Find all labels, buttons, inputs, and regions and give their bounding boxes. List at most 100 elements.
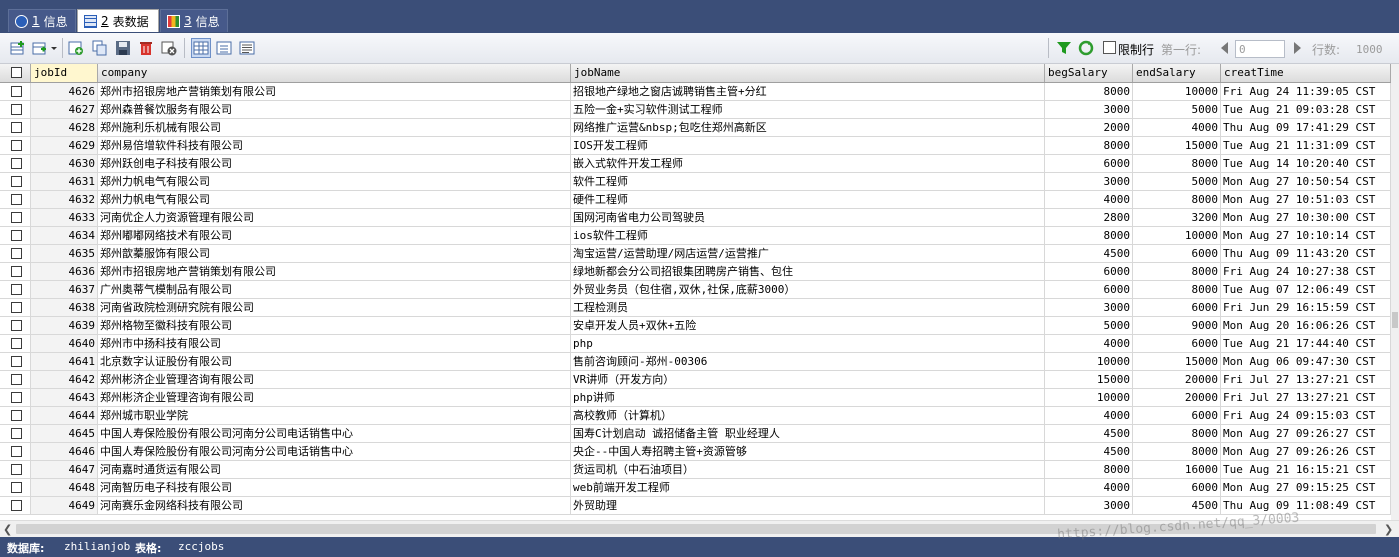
cell-begsalary[interactable]: 4000 (1045, 407, 1133, 424)
row-select-cell[interactable] (0, 119, 31, 136)
cell-endsalary[interactable]: 8000 (1133, 281, 1221, 298)
cell-jobname[interactable]: php讲师 (571, 389, 1045, 406)
table-row[interactable]: 4636 郑州市招银房地产营销策划有限公司 绿地新都会分公司招银集团聘房产销售、包住… (0, 263, 1391, 281)
cell-begsalary[interactable]: 2800 (1045, 209, 1133, 226)
cell-endsalary[interactable]: 8000 (1133, 263, 1221, 280)
cell-creattime[interactable]: Fri Aug 24 11:39:05 CST (1221, 83, 1391, 100)
cell-endsalary[interactable]: 8000 (1133, 155, 1221, 172)
row-select-cell[interactable] (0, 137, 31, 154)
row-checkbox[interactable] (11, 338, 22, 349)
cell-jobid[interactable]: 4649 (31, 497, 98, 514)
cell-jobname[interactable]: 央企--中国人寿招聘主管+资源管够 (571, 443, 1045, 460)
cell-company[interactable]: 中国人寿保险股份有限公司河南分公司电话销售中心 (98, 425, 571, 442)
table-row[interactable]: 4639 郑州格物至徽科技有限公司 安卓开发人员+双休+五险 5000 9000 Mon … (0, 317, 1391, 335)
cell-company[interactable]: 河南赛乐金网络科技有限公司 (98, 497, 571, 514)
row-select-cell[interactable] (0, 101, 31, 118)
tab-info-1[interactable]: 1 信息 (8, 9, 76, 32)
cell-jobname[interactable]: IOS开发工程师 (571, 137, 1045, 154)
table-row[interactable]: 4637 广州奥蒂气模制品有限公司 外贸业务员（包住宿,双休,社保,底薪3000） 6… (0, 281, 1391, 299)
row-checkbox[interactable] (11, 284, 22, 295)
cell-company[interactable]: 河南嘉时通货运有限公司 (98, 461, 571, 478)
table-row[interactable]: 4646 中国人寿保险股份有限公司河南分公司电话销售中心 央企--中国人寿招聘主管+… (0, 443, 1391, 461)
cell-begsalary[interactable]: 5000 (1045, 317, 1133, 334)
cell-company[interactable]: 郑州森普餐饮服务有限公司 (98, 101, 571, 118)
table-row[interactable]: 4628 郑州施利乐机械有限公司 网络推广运营&nbsp;包吃住郑州高新区 2000 4… (0, 119, 1391, 137)
cell-endsalary[interactable]: 6000 (1133, 479, 1221, 496)
cell-endsalary[interactable]: 9000 (1133, 317, 1221, 334)
cell-creattime[interactable]: Tue Aug 21 16:15:21 CST (1221, 461, 1391, 478)
column-header-company[interactable]: company (98, 64, 571, 82)
row-checkbox[interactable] (11, 410, 22, 421)
cell-company[interactable]: 郑州城市职业学院 (98, 407, 571, 424)
cell-jobname[interactable]: VR讲师（开发方向） (571, 371, 1045, 388)
cell-begsalary[interactable]: 6000 (1045, 281, 1133, 298)
row-select-cell[interactable] (0, 281, 31, 298)
cell-creattime[interactable]: Fri Jul 27 13:27:21 CST (1221, 371, 1391, 388)
cell-endsalary[interactable]: 8000 (1133, 191, 1221, 208)
row-select-cell[interactable] (0, 479, 31, 496)
row-select-cell[interactable] (0, 263, 31, 280)
previous-page-icon[interactable] (1217, 42, 1233, 58)
cell-jobid[interactable]: 4648 (31, 479, 98, 496)
cell-creattime[interactable]: Thu Aug 09 17:41:29 CST (1221, 119, 1391, 136)
cell-company[interactable]: 郑州跃创电子科技有限公司 (98, 155, 571, 172)
row-select-cell[interactable] (0, 209, 31, 226)
cell-company[interactable]: 中国人寿保险股份有限公司河南分公司电话销售中心 (98, 443, 571, 460)
vertical-scrollbar[interactable] (1391, 64, 1399, 520)
cell-endsalary[interactable]: 10000 (1133, 227, 1221, 244)
insert-row-icon[interactable] (10, 40, 26, 56)
first-row-input[interactable] (1235, 40, 1285, 58)
cell-begsalary[interactable]: 8000 (1045, 83, 1133, 100)
cell-company[interactable]: 广州奥蒂气模制品有限公司 (98, 281, 571, 298)
table-row[interactable]: 4645 中国人寿保险股份有限公司河南分公司电话销售中心 国寿C计划启动 诚招储备主… (0, 425, 1391, 443)
cell-jobid[interactable]: 4644 (31, 407, 98, 424)
row-checkbox[interactable] (11, 230, 22, 241)
cell-endsalary[interactable]: 5000 (1133, 101, 1221, 118)
row-checkbox[interactable] (11, 320, 22, 331)
table-row[interactable]: 4630 郑州跃创电子科技有限公司 嵌入式软件开发工程师 6000 8000 Tue Au… (0, 155, 1391, 173)
cell-begsalary[interactable]: 4000 (1045, 191, 1133, 208)
row-checkbox[interactable] (11, 500, 22, 511)
column-header-creattime[interactable]: creatTime (1221, 64, 1391, 82)
table-row[interactable]: 4642 郑州彬济企业管理咨询有限公司 VR讲师（开发方向） 15000 20000 Fr… (0, 371, 1391, 389)
cell-begsalary[interactable]: 4500 (1045, 443, 1133, 460)
table-row[interactable]: 4635 郑州歆蓁服饰有限公司 淘宝运营/运营助理/网店运营/运营推广 4500 600… (0, 245, 1391, 263)
cell-jobname[interactable]: 售前咨询顾问-郑州-00306 (571, 353, 1045, 370)
table-row[interactable]: 4647 河南嘉时通货运有限公司 货运司机（中石油项目） 8000 16000 Tue A… (0, 461, 1391, 479)
row-select-cell[interactable] (0, 389, 31, 406)
cell-company[interactable]: 郑州市招银房地产营销策划有限公司 (98, 83, 571, 100)
table-row[interactable]: 4641 北京数字认证股份有限公司 售前咨询顾问-郑州-00306 10000 1500… (0, 353, 1391, 371)
row-select-cell[interactable] (0, 461, 31, 478)
cell-creattime[interactable]: Tue Aug 07 12:06:49 CST (1221, 281, 1391, 298)
cell-jobid[interactable]: 4629 (31, 137, 98, 154)
cell-jobname[interactable]: web前端开发工程师 (571, 479, 1045, 496)
cell-begsalary[interactable]: 10000 (1045, 353, 1133, 370)
column-header-endsalary[interactable]: endSalary (1133, 64, 1221, 82)
cell-company[interactable]: 河南省政院检测研究院有限公司 (98, 299, 571, 316)
cell-jobid[interactable]: 4645 (31, 425, 98, 442)
cell-jobid[interactable]: 4639 (31, 317, 98, 334)
row-select-cell[interactable] (0, 425, 31, 442)
cell-endsalary[interactable]: 4500 (1133, 497, 1221, 514)
tab-table-data[interactable]: 2 表数据 (77, 9, 159, 32)
table-row[interactable]: 4638 河南省政院检测研究院有限公司 工程检测员 3000 6000 Fri Jun 2… (0, 299, 1391, 317)
table-row[interactable]: 4643 郑州彬济企业管理咨询有限公司 php讲师 10000 20000 Fri Jul… (0, 389, 1391, 407)
cell-jobid[interactable]: 4635 (31, 245, 98, 262)
row-select-cell[interactable] (0, 353, 31, 370)
cell-jobid[interactable]: 4633 (31, 209, 98, 226)
cell-endsalary[interactable]: 4000 (1133, 119, 1221, 136)
row-checkbox[interactable] (11, 302, 22, 313)
cell-jobid[interactable]: 4631 (31, 173, 98, 190)
cell-begsalary[interactable]: 4000 (1045, 335, 1133, 352)
cell-begsalary[interactable]: 3000 (1045, 497, 1133, 514)
row-checkbox[interactable] (11, 482, 22, 493)
cell-begsalary[interactable]: 4500 (1045, 425, 1133, 442)
cell-begsalary[interactable]: 8000 (1045, 137, 1133, 154)
column-header-begsalary[interactable]: begSalary (1045, 64, 1133, 82)
row-checkbox[interactable] (11, 212, 22, 223)
column-header-jobname[interactable]: jobName (571, 64, 1045, 82)
cell-begsalary[interactable]: 2000 (1045, 119, 1133, 136)
cell-jobname[interactable]: 国网河南省电力公司驾驶员 (571, 209, 1045, 226)
cell-jobname[interactable]: 招银地产绿地之窗店诚聘销售主管+分红 (571, 83, 1045, 100)
cell-creattime[interactable]: Tue Aug 21 17:44:40 CST (1221, 335, 1391, 352)
